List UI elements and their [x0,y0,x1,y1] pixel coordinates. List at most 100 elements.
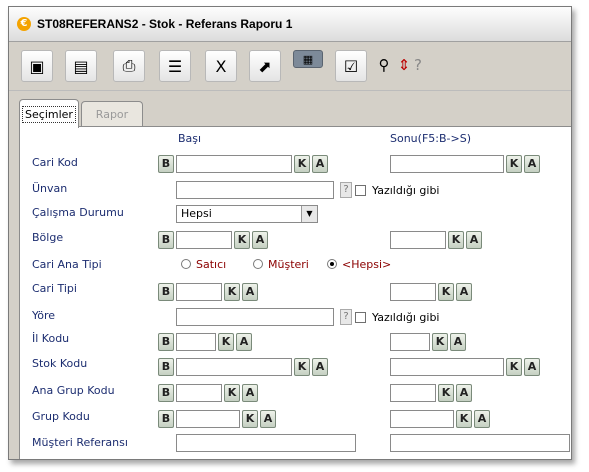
cari-tipi-a-button[interactable]: A [242,283,258,301]
label-il-kodu: İl Kodu [32,332,70,345]
label-grup-kodu: Grup Kodu [32,410,90,423]
selection-panel: Başı Sonu(F5:B->S) Cari Kod B K A K A Ün… [19,126,571,459]
cari-tipi-end-a-button[interactable]: A [456,283,472,301]
bolge-end-a-button[interactable]: A [466,231,482,249]
label-calisma-durumu: Çalışma Durumu [32,206,124,219]
il-kodu-b-button[interactable]: B [158,333,174,351]
il-kodu-start-input[interactable] [176,333,216,351]
unvan-yazildigi-checkbox[interactable] [355,185,366,196]
label-yore: Yöre [32,309,56,322]
cari-kod-end-k-button[interactable]: K [506,155,522,173]
radio-satici-label: Satıcı [196,258,227,271]
documents-icon[interactable]: ▤ [65,50,97,82]
cari-kod-a-button[interactable]: A [312,155,328,173]
cari-tipi-end-k-button[interactable]: K [438,283,454,301]
tab-secimler-label: Seçimler [22,105,76,123]
musteri-referansi-end-input[interactable] [390,434,570,452]
tab-rapor-label: Rapor [95,107,129,121]
bolge-b-button[interactable]: B [158,231,174,249]
grup-kodu-end-a-button[interactable]: A [474,410,490,428]
bolge-start-input[interactable] [176,231,232,249]
label-musteri-referansi: Müşteri Referansı [32,436,128,449]
label-cari-kod: Cari Kod [32,156,78,169]
stok-kodu-end-k-button[interactable]: K [506,358,522,376]
app-logo-icon: € [17,17,31,31]
bolge-a-button[interactable]: A [252,231,268,249]
window-title: ST08REFERANS2 - Stok - Referans Raporu 1 [37,17,293,31]
il-kodu-end-input[interactable] [390,333,430,351]
cari-kod-end-input[interactable] [390,155,504,173]
grid-icon[interactable]: ▦ [293,50,323,68]
bolge-end-input[interactable] [390,231,446,249]
text-list-icon[interactable]: ☰ [159,50,191,82]
cari-tipi-end-input[interactable] [390,283,436,301]
stok-kodu-end-input[interactable] [390,358,504,376]
bolge-end-k-button[interactable]: K [448,231,464,249]
tab-secimler[interactable]: Seçimler [19,99,79,128]
cari-tipi-start-input[interactable] [176,283,222,301]
cari-kod-end-a-button[interactable]: A [524,155,540,173]
ana-grup-a-button[interactable]: A [242,384,258,402]
radio-hepsi-label: <Hepsi> [342,258,392,271]
il-kodu-k-button[interactable]: K [218,333,234,351]
cari-kod-b-button[interactable]: B [158,155,174,173]
title-bar: € ST08REFERANS2 - Stok - Referans Raporu… [9,7,571,42]
grup-kodu-k-button[interactable]: K [242,410,258,428]
musteri-referansi-start-input[interactable] [176,434,356,452]
label-ana-grup-kodu: Ana Grup Kodu [32,384,115,397]
radio-musteri-label: Müşteri [268,258,309,271]
ana-grup-end-a-button[interactable]: A [456,384,472,402]
label-bolge: Bölge [32,231,64,244]
il-kodu-end-a-button[interactable]: A [450,333,466,351]
cari-kod-k-button[interactable]: K [294,155,310,173]
il-kodu-a-button[interactable]: A [236,333,252,351]
unvan-input[interactable] [176,181,334,199]
il-kodu-end-k-button[interactable]: K [432,333,448,351]
radio-musteri[interactable] [253,259,263,269]
header-start: Başı [178,132,202,145]
label-cari-tipi: Cari Tipi [32,282,77,295]
cari-kod-start-input[interactable] [176,155,292,173]
radio-hepsi[interactable] [327,259,337,269]
excel-icon[interactable]: X [205,50,237,82]
tab-rapor[interactable]: Rapor [81,101,143,126]
stok-kodu-end-a-button[interactable]: A [524,358,540,376]
ana-grup-end-k-button[interactable]: K [438,384,454,402]
export-icon[interactable]: ⬈ [249,50,281,82]
ana-grup-k-button[interactable]: K [224,384,240,402]
label-cari-ana-tipi: Cari Ana Tipi [32,258,102,271]
cari-tipi-b-button[interactable]: B [158,283,174,301]
yore-help-icon[interactable]: ? [340,309,352,325]
printer-icon[interactable]: ⎙ [113,50,145,82]
checklist-icon[interactable]: ☑ [335,50,367,82]
stok-kodu-start-input[interactable] [176,358,292,376]
chevron-down-icon: ▼ [301,206,317,222]
stok-kodu-a-button[interactable]: A [312,358,328,376]
stok-kodu-b-button[interactable]: B [158,358,174,376]
bolge-k-button[interactable]: K [234,231,250,249]
grup-kodu-end-input[interactable] [390,410,454,428]
label-unvan: Ünvan [32,182,68,195]
stok-kodu-k-button[interactable]: K [294,358,310,376]
cari-tipi-k-button[interactable]: K [224,283,240,301]
ana-grup-end-input[interactable] [390,384,436,402]
box-icon[interactable]: ▣ [21,50,53,82]
ana-grup-b-button[interactable]: B [158,384,174,402]
grup-kodu-start-input[interactable] [176,410,240,428]
yore-yazildigi-checkbox[interactable] [355,312,366,323]
toolbar: ▣ ▤ ⎙ ☰ X ⬈ ▦ ☑ ⚲ ⇕ ? [9,42,571,91]
yore-yazildigi-label: Yazıldığı gibi [372,311,440,324]
grup-kodu-end-k-button[interactable]: K [456,410,472,428]
radio-satici[interactable] [181,259,191,269]
help-icon[interactable]: ? [409,50,427,80]
label-stok-kodu: Stok Kodu [32,357,88,370]
grup-kodu-a-button[interactable]: A [260,410,276,428]
broom-icon[interactable]: ⚲ [375,50,393,80]
calisma-durumu-value: Hepsi [181,207,212,220]
unvan-help-icon[interactable]: ? [340,182,352,198]
header-end: Sonu(F5:B->S) [390,132,471,145]
ana-grup-start-input[interactable] [176,384,222,402]
calisma-durumu-select[interactable]: Hepsi ▼ [176,205,318,223]
grup-kodu-b-button[interactable]: B [158,410,174,428]
yore-input[interactable] [176,308,334,326]
